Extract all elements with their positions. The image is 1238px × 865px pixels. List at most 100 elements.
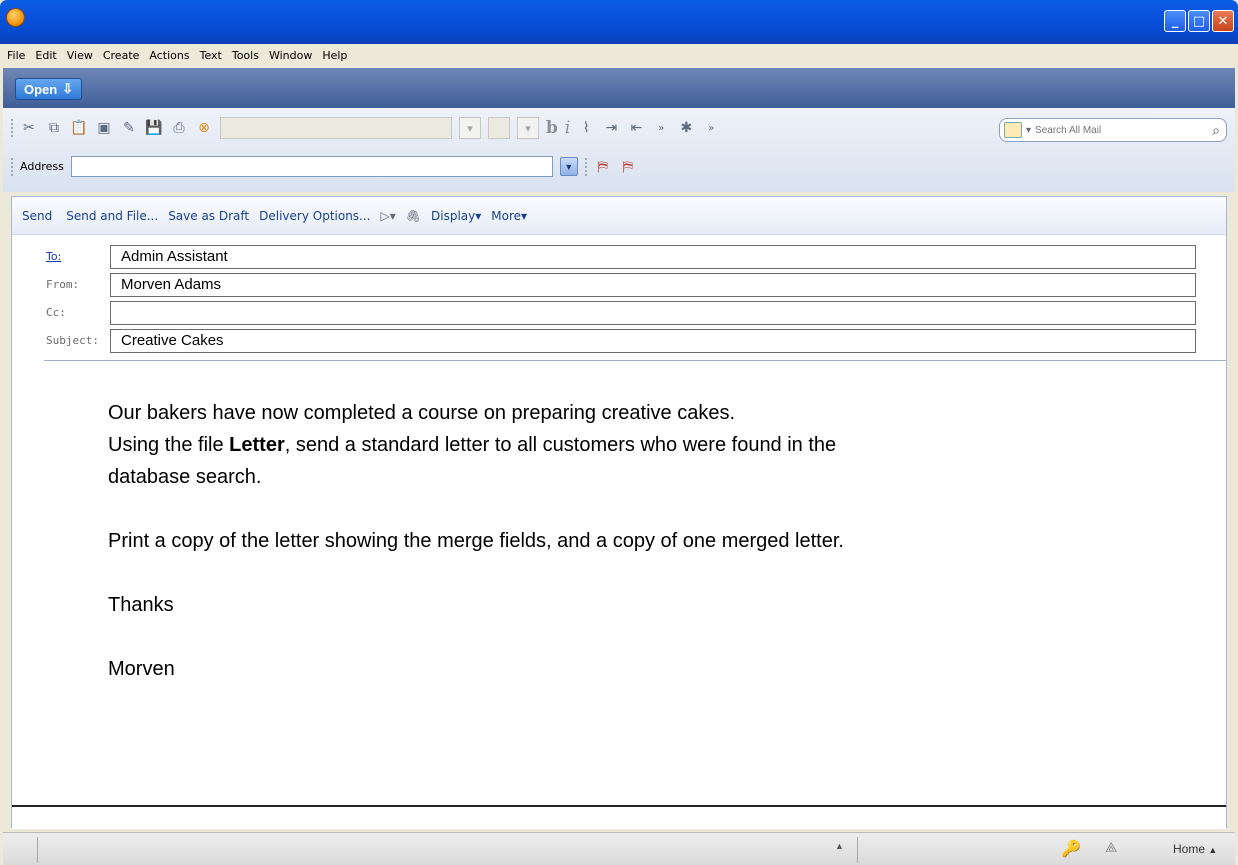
font-name-field[interactable] — [220, 117, 452, 139]
paste-special-icon[interactable]: ▣ — [95, 119, 113, 137]
italic-icon[interactable]: i — [565, 118, 570, 138]
compose-bottom-edge — [12, 805, 1226, 829]
subject-field[interactable]: Creative Cakes — [110, 329, 1196, 353]
formatting-toolbar: ✂ ⧉ 📋 ▣ ✎ 💾 ⎙ ⊗ ▾ ▾ b i ⌇ ⇥ ⇤ » ✱ » — [11, 117, 720, 139]
send-button[interactable]: Send — [22, 209, 52, 223]
toolbar-area: ✂ ⧉ 📋 ▣ ✎ 💾 ⎙ ⊗ ▾ ▾ b i ⌇ ⇥ ⇤ » ✱ » ▾ ⌕ … — [3, 108, 1235, 192]
toolbar-grip-icon — [11, 157, 13, 176]
menu-create[interactable]: Create — [103, 49, 140, 62]
more-label: More — [491, 208, 522, 223]
minimize-button[interactable]: _ — [1164, 10, 1186, 32]
search-icon[interactable]: ⌕ — [1212, 122, 1220, 139]
menu-edit[interactable]: Edit — [35, 49, 56, 62]
header-divider — [44, 360, 1226, 361]
print-icon[interactable]: ⎙ — [170, 119, 188, 137]
close-button[interactable]: ✕ — [1212, 10, 1234, 32]
address-input[interactable] — [70, 156, 553, 177]
cut-icon[interactable]: ✂ — [20, 119, 38, 137]
from-field[interactable]: Morven Adams — [110, 273, 1196, 297]
attachment-icon[interactable]: 🖇 — [406, 209, 421, 223]
menu-tools[interactable]: Tools — [232, 49, 259, 62]
overflow-chevron-icon[interactable]: » — [702, 119, 720, 137]
body-line-4: Print a copy of the letter showing the m… — [108, 530, 844, 552]
subject-label: Subject: — [46, 334, 99, 347]
cc-row: Cc: — [12, 299, 1226, 325]
address-dropdown[interactable]: ▼ — [559, 157, 578, 176]
app-icon — [6, 8, 25, 27]
compose-window: Send Send and File... Save as Draft Deli… — [11, 196, 1227, 829]
file-name-letter: Letter — [229, 434, 285, 456]
highlight-icon[interactable]: ⌇ — [577, 119, 595, 137]
from-label: From: — [46, 278, 80, 291]
body-line-3: database search. — [108, 466, 262, 488]
send-and-file-button[interactable]: Send and File... — [66, 209, 158, 223]
toolbar-grip-icon — [584, 157, 587, 176]
more-menu[interactable]: More▾ — [491, 209, 527, 223]
indent-icon[interactable]: ⇥ — [602, 119, 620, 137]
menu-text[interactable]: Text — [200, 49, 222, 62]
chevron-up-icon: ▲ — [1208, 845, 1218, 855]
body-line-6: Morven — [108, 658, 175, 680]
body-line-1: Our bakers have now completed a course o… — [108, 402, 736, 424]
menu-window[interactable]: Window — [269, 49, 312, 62]
new-item-icon[interactable]: ✎ — [120, 119, 138, 137]
chevron-down-icon: ▾ — [521, 208, 528, 223]
open-button-label: Open — [24, 81, 58, 97]
status-expand-icon[interactable]: ▲ — [835, 841, 844, 851]
overflow-chevron-icon[interactable]: » — [652, 119, 670, 137]
save-as-draft-button[interactable]: Save as Draft — [168, 209, 249, 223]
to-label[interactable]: To: — [46, 250, 61, 263]
spellcheck-icon[interactable]: ✱ — [677, 119, 695, 137]
flag-icon[interactable]: ▷▾ — [381, 209, 396, 223]
cc-field[interactable] — [110, 301, 1196, 325]
download-arrow-icon: ⇩ — [62, 81, 74, 96]
body-line-2-suffix: , send a standard letter to all customer… — [284, 434, 837, 456]
copy-icon[interactable]: ⧉ — [45, 119, 63, 137]
address-label: Address — [20, 160, 64, 173]
delivery-options-button[interactable]: Delivery Options... — [259, 209, 370, 223]
key-icon: 🔑 — [1061, 841, 1081, 858]
home-menu[interactable]: Home ▲ — [1173, 842, 1217, 856]
font-name-dropdown[interactable]: ▾ — [459, 117, 481, 139]
display-menu[interactable]: Display▾ — [431, 209, 481, 223]
menu-help[interactable]: Help — [322, 49, 347, 62]
save-icon[interactable]: 💾 — [145, 119, 163, 137]
search-scope-icon[interactable] — [1004, 122, 1022, 138]
menu-file[interactable]: File — [7, 49, 25, 62]
font-size-field[interactable] — [488, 117, 510, 139]
from-row: From: Morven Adams — [12, 271, 1226, 297]
compose-action-bar: Send Send and File... Save as Draft Deli… — [12, 197, 1226, 235]
menu-actions[interactable]: Actions — [149, 49, 189, 62]
open-bar: Open ⇩ — [3, 68, 1235, 108]
body-line-2-prefix: Using the file — [108, 434, 230, 456]
address-book-icon[interactable]: ⛿ — [619, 158, 637, 176]
open-button[interactable]: Open ⇩ — [15, 78, 83, 100]
body-line-5: Thanks — [108, 594, 174, 616]
body-line-2: Using the file Letter, send a standard l… — [108, 429, 1208, 461]
menu-view[interactable]: View — [67, 49, 93, 62]
maximize-button[interactable]: □ — [1188, 10, 1210, 32]
toolbar-grip-icon — [11, 119, 13, 137]
search-scope-dropdown-icon[interactable]: ▾ — [1026, 125, 1031, 136]
status-bar: ▲ 🔑 ⟁ Home ▲ — [3, 832, 1235, 865]
font-size-dropdown[interactable]: ▾ — [517, 117, 539, 139]
chevron-down-icon: ▾ — [475, 208, 482, 223]
go-to-address-icon[interactable]: ⛿ — [594, 158, 612, 176]
sync-icon[interactable]: ⟁ — [1105, 839, 1118, 856]
status-separator — [857, 837, 858, 863]
paste-icon[interactable]: 📋 — [70, 119, 88, 137]
search-input[interactable] — [1035, 124, 1196, 136]
status-separator — [37, 837, 38, 863]
message-body[interactable]: Our bakers have now completed a course o… — [108, 397, 1208, 685]
bold-icon[interactable]: b — [546, 118, 558, 138]
outdent-icon[interactable]: ⇤ — [627, 119, 645, 137]
to-field[interactable]: Admin Assistant — [110, 245, 1196, 269]
cancel-icon[interactable]: ⊗ — [195, 119, 213, 137]
title-bar: _ □ ✕ — [0, 0, 1238, 44]
display-label: Display — [431, 208, 476, 223]
menu-bar: File Edit View Create Actions Text Tools… — [3, 44, 1235, 66]
search-box[interactable]: ▾ ⌕ — [999, 118, 1227, 142]
